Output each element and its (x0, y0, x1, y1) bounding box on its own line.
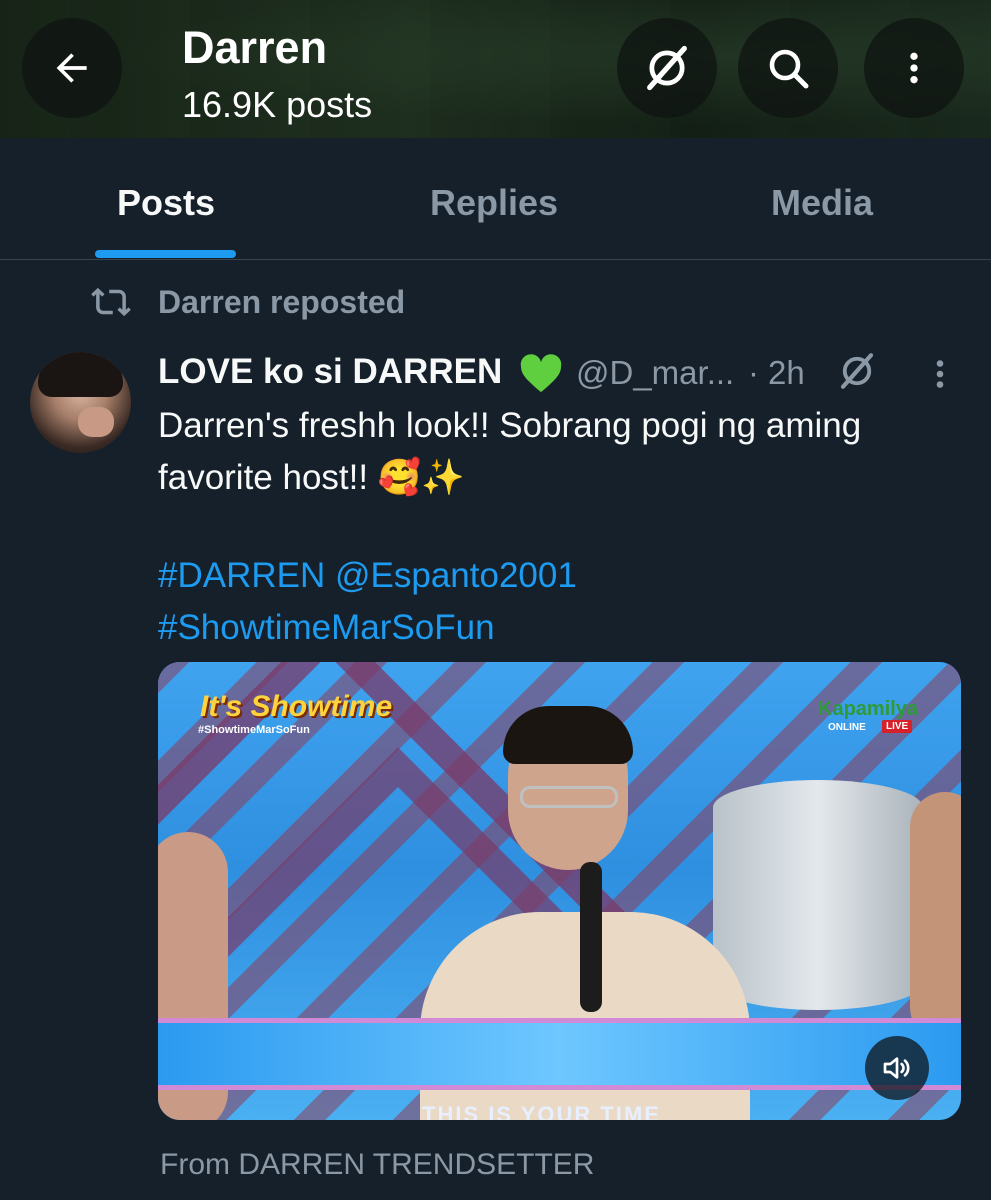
show-hashtag-overlay: #ShowtimeMarSoFun (198, 724, 310, 736)
repost-indicator (90, 282, 132, 322)
more-vertical-icon (936, 360, 944, 388)
tab-media[interactable]: Media (771, 182, 873, 224)
repost-icon (91, 287, 131, 317)
grok-icon[interactable] (836, 350, 878, 397)
profile-header (0, 0, 991, 138)
back-button[interactable] (22, 18, 122, 118)
hashtag-line-2[interactable]: #ShowtimeMarSoFun (158, 602, 577, 654)
tab-posts[interactable]: Posts (117, 182, 215, 224)
post-more-button[interactable] (927, 356, 953, 397)
show-logo: It's Showtime (200, 690, 393, 723)
green-heart-icon (518, 354, 564, 399)
grok-icon (647, 45, 687, 91)
repost-label: Darren reposted (158, 284, 406, 320)
post-timestamp[interactable]: 2h (768, 354, 805, 392)
arrow-left-icon (56, 53, 87, 83)
post-video[interactable]: It's Showtime #ShowtimeMarSoFun Kapamily… (158, 662, 961, 1120)
network-logo-sub: ONLINE (828, 722, 866, 733)
tab-replies[interactable]: Replies (430, 182, 558, 224)
sound-toggle-button[interactable] (865, 1036, 929, 1100)
network-logo: Kapamilya (818, 698, 919, 720)
grok-button[interactable] (617, 18, 717, 118)
more-vertical-icon (910, 52, 918, 84)
profile-tabs: Posts Replies Media (0, 138, 991, 260)
more-options-button[interactable] (864, 18, 964, 118)
profile-name: Darren (182, 22, 328, 73)
post-author-handle[interactable]: @D_mar... (576, 354, 734, 392)
hashtag-line-1[interactable]: #DARREN @Espanto2001 (158, 550, 577, 602)
separator-dot: · (748, 354, 759, 391)
search-button[interactable] (738, 18, 838, 118)
avatar[interactable] (30, 352, 131, 453)
video-banner-text: THIS IS YOUR TIME (422, 1102, 661, 1120)
post-hashtags: #DARREN @Espanto2001 #ShowtimeMarSoFun (158, 550, 577, 654)
media-source-attribution[interactable]: From DARREN TRENDSETTER (160, 1148, 594, 1182)
post-count: 16.9K posts (182, 84, 373, 125)
live-badge: LIVE (882, 720, 913, 733)
search-icon (769, 49, 809, 89)
post-author-name[interactable]: LOVE ko si DARREN (158, 352, 502, 392)
speaker-icon (883, 1057, 910, 1079)
post-text: Darren's freshh look!! Sobrang pogi ng a… (158, 406, 862, 497)
active-tab-indicator (95, 250, 236, 258)
